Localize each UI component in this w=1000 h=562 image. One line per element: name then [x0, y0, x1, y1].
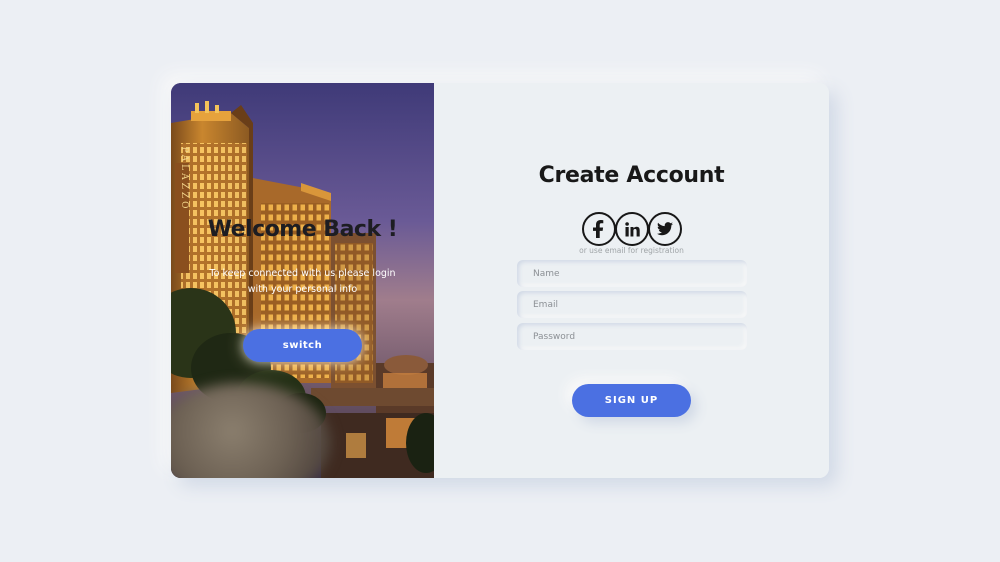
signup-form-panel: Create Account or use email for registra…	[434, 83, 829, 478]
password-field[interactable]	[517, 323, 747, 350]
page-background: PALAZZO Welcome Back ! To keep connected…	[0, 0, 1000, 562]
welcome-title: Welcome Back !	[207, 217, 398, 242]
email-field[interactable]	[517, 291, 747, 318]
switch-button[interactable]: switch	[243, 329, 362, 362]
sign-up-button[interactable]: SIGN UP	[572, 384, 691, 417]
welcome-text: To keep connected with us please login w…	[209, 268, 396, 295]
registration-hint: or use email for registration	[579, 246, 684, 255]
welcome-panel: PALAZZO Welcome Back ! To keep connected…	[171, 83, 434, 478]
form-title: Create Account	[538, 163, 725, 188]
twitter-icon[interactable]	[648, 212, 682, 246]
facebook-icon[interactable]	[582, 212, 616, 246]
name-field[interactable]	[517, 260, 747, 287]
linkedin-icon[interactable]	[615, 212, 649, 246]
social-links	[582, 212, 683, 246]
palazzo-sign: PALAZZO	[179, 146, 189, 211]
signup-card: PALAZZO Welcome Back ! To keep connected…	[171, 83, 829, 478]
